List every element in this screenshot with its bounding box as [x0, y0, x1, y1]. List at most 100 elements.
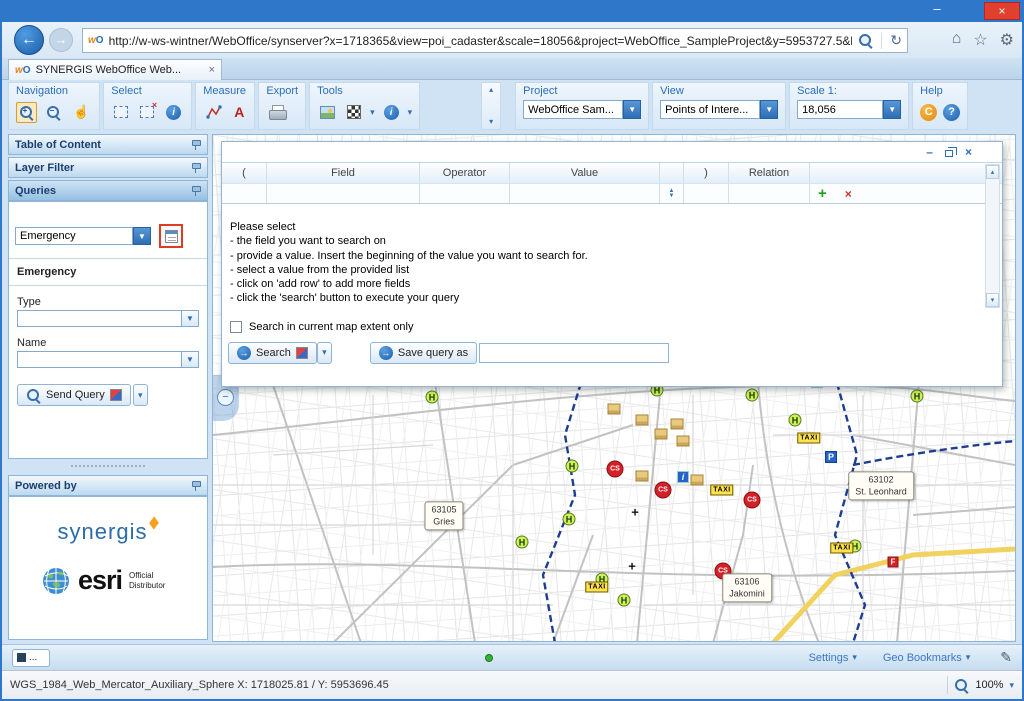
map-marker-h[interactable]: H	[566, 460, 579, 473]
map-marker-cs[interactable]: CS	[744, 492, 761, 509]
info-dropdown-icon[interactable]: ▾	[408, 107, 413, 118]
checkered-flag-button[interactable]	[344, 102, 364, 122]
chevron-down-icon[interactable]: ▼	[182, 351, 199, 368]
chevron-down-icon[interactable]: ▼	[133, 227, 151, 245]
clear-selection-button[interactable]: ×	[137, 103, 157, 121]
query-builder-button[interactable]	[159, 224, 183, 248]
measure-route-button[interactable]	[203, 102, 225, 122]
view-select[interactable]: Points of Intere... ▼	[660, 100, 778, 119]
zoom-in-button[interactable]: +	[16, 102, 37, 123]
map-marker-bld[interactable]	[608, 404, 621, 415]
panel-header-table-of-content[interactable]: Table of Content	[8, 134, 208, 155]
type-combobox[interactable]: ▼	[17, 310, 199, 327]
map-marker-h[interactable]: H	[618, 594, 631, 607]
chevron-down-icon[interactable]: ▼	[182, 310, 199, 327]
map-marker-cs[interactable]: CS	[607, 461, 624, 478]
column-value[interactable]: Value	[510, 163, 660, 183]
pin-icon[interactable]	[191, 186, 201, 196]
zoom-out-button[interactable]: −	[43, 102, 64, 123]
chevron-down-icon[interactable]: ▼	[760, 100, 778, 119]
map-marker-f[interactable]: F	[888, 557, 899, 568]
panel-header-layer-filter[interactable]: Layer Filter	[8, 157, 208, 178]
project-select[interactable]: WebOffice Sam... ▼	[523, 100, 641, 119]
search-dropdown-button[interactable]: ▾	[317, 342, 332, 364]
map-marker-h[interactable]: H	[516, 536, 529, 549]
edit-pencil-icon[interactable]: ✎	[1000, 649, 1012, 666]
delete-row-icon[interactable]: ×	[845, 187, 852, 201]
map-marker-p[interactable]: P	[825, 451, 837, 463]
search-icon[interactable]	[858, 33, 873, 48]
map-marker-bld[interactable]	[636, 471, 649, 482]
pin-icon[interactable]	[191, 481, 201, 491]
identify-button[interactable]: i	[163, 102, 184, 123]
column-operator[interactable]: Operator	[420, 163, 510, 183]
map-marker-h[interactable]: H	[563, 513, 576, 526]
zoom-slider-knob[interactable]: −	[217, 389, 234, 406]
save-query-input[interactable]	[479, 343, 669, 363]
dialog-minimize-button[interactable]: –	[926, 146, 933, 158]
chevron-down-icon[interactable]: ▼	[883, 100, 901, 119]
map-marker-bld[interactable]	[636, 415, 649, 426]
pan-button[interactable]: ☝	[70, 101, 92, 123]
map-viewport[interactable]: HHHHHHHHHHHTAXITAXITAXITAXITAXICSCSCSCSP…	[212, 134, 1016, 642]
dialog-close-button[interactable]: ×	[965, 146, 972, 158]
map-marker-info[interactable]: i	[677, 471, 689, 483]
info-tool-button[interactable]: i	[381, 102, 402, 123]
map-marker-bld[interactable]	[655, 429, 668, 440]
map-marker-taxi[interactable]: TAXI	[585, 582, 608, 593]
map-marker-h[interactable]: H	[789, 414, 802, 427]
zoom-level-value[interactable]: 100%	[975, 679, 1003, 691]
send-query-button[interactable]: Send Query	[17, 384, 131, 406]
map-marker-bld[interactable]	[677, 436, 690, 447]
panel-header-powered-by[interactable]: Powered by	[8, 475, 208, 496]
geo-bookmarks-menu[interactable]: Geo Bookmarks ▾	[883, 652, 970, 664]
scroll-up-icon[interactable]: ▴	[986, 165, 999, 179]
map-marker-bld[interactable]	[671, 419, 684, 430]
home-icon[interactable]: ⌂	[952, 30, 962, 50]
chevron-down-icon[interactable]: ▾	[1009, 680, 1014, 691]
scale-input[interactable]	[797, 100, 883, 119]
map-marker-cross[interactable]: +	[628, 559, 636, 574]
query-select[interactable]: Emergency ▼	[15, 227, 151, 245]
flag-dropdown-icon[interactable]: ▾	[370, 107, 375, 118]
screenshot-button[interactable]	[317, 103, 338, 122]
settings-gear-icon[interactable]: ⚙	[1000, 30, 1014, 50]
tab-weboffice[interactable]: wO SYNERGIS WebOffice Web... ×	[8, 59, 222, 80]
favorites-star-icon[interactable]: ☆	[973, 30, 987, 50]
contact-button[interactable]: C	[920, 104, 937, 121]
print-button[interactable]	[266, 102, 288, 122]
window-minimize-button[interactable]: –	[924, 2, 950, 20]
sort-values-icon[interactable]: ▲▼	[669, 189, 675, 199]
chevron-down-icon[interactable]: ▼	[623, 100, 641, 119]
url-text[interactable]: http://w-ws-wintner/WebOffice/synserver?…	[109, 34, 853, 48]
panel-header-queries[interactable]: Queries	[8, 180, 208, 201]
dialog-scrollbar[interactable]: ▴ ▾	[985, 164, 1000, 308]
map-marker-bld[interactable]	[691, 475, 704, 486]
map-marker-taxi[interactable]: TAXI	[710, 485, 733, 496]
collapse-ribbon-button[interactable]: ▴ ▾	[481, 82, 501, 130]
address-bar[interactable]: wO http://w-ws-wintner/WebOffice/synserv…	[82, 28, 908, 53]
extent-checkbox[interactable]	[230, 321, 242, 333]
add-row-icon[interactable]: +	[818, 185, 827, 202]
panel-resize-grip[interactable]	[71, 465, 145, 467]
annotation-button[interactable]: A	[231, 101, 247, 123]
map-marker-taxi[interactable]: TAXI	[830, 543, 853, 554]
overview-map-button[interactable]: ...	[12, 649, 50, 667]
window-close-button[interactable]: ×	[984, 2, 1020, 20]
name-combobox[interactable]: ▼	[17, 351, 199, 368]
column-open-paren[interactable]: (	[222, 163, 267, 183]
map-marker-h[interactable]: H	[746, 389, 759, 402]
map-marker-h[interactable]: H	[911, 390, 924, 403]
search-button[interactable]: → Search	[228, 342, 317, 364]
column-field[interactable]: Field	[267, 163, 420, 183]
pin-icon[interactable]	[191, 140, 201, 150]
map-marker-taxi[interactable]: TAXI	[797, 433, 820, 444]
tab-close-icon[interactable]: ×	[209, 64, 215, 76]
forward-button[interactable]: →	[49, 28, 73, 52]
name-input[interactable]	[17, 351, 182, 368]
save-query-button[interactable]: → Save query as	[370, 342, 477, 364]
type-input[interactable]	[17, 310, 182, 327]
select-by-rectangle-button[interactable]	[111, 103, 131, 121]
column-relation[interactable]: Relation	[729, 163, 810, 183]
send-query-dropdown-button[interactable]: ▾	[133, 384, 148, 406]
